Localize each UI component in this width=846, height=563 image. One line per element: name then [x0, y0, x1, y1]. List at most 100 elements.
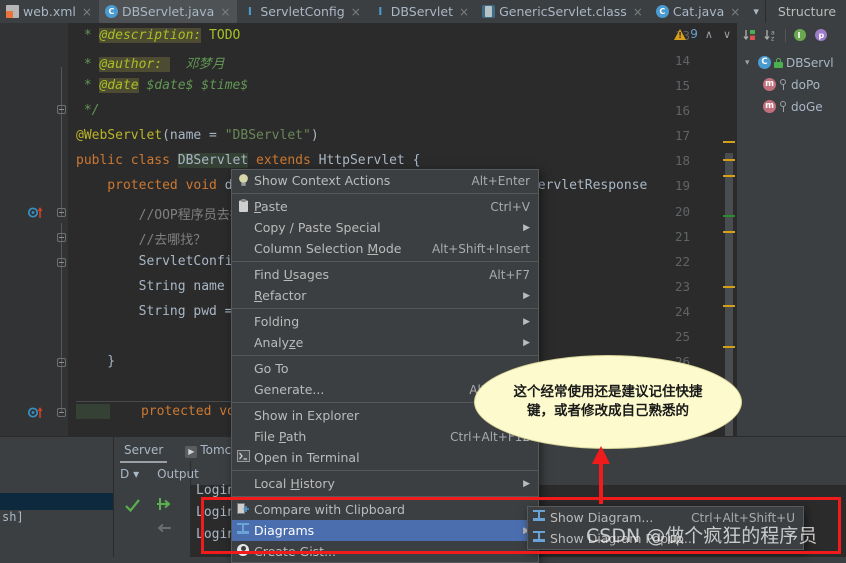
- close-icon[interactable]: ×: [220, 5, 230, 19]
- warning-marker[interactable]: [723, 159, 735, 161]
- java-interface-icon: I: [378, 5, 383, 18]
- menu-separator: [232, 355, 538, 356]
- next-problem-icon[interactable]: ∨: [720, 28, 734, 41]
- deployment-selected-row[interactable]: [0, 493, 113, 510]
- warning-marker[interactable]: [723, 346, 735, 348]
- java-class-icon: C: [655, 5, 669, 18]
- warning-marker[interactable]: [723, 231, 735, 233]
- svg-text:I: I: [798, 31, 801, 40]
- previous-problem-icon[interactable]: ∧: [702, 28, 716, 41]
- panel-divider: [113, 437, 114, 557]
- menu-item-shortcut: Alt+Shift+Insert: [431, 241, 530, 256]
- tab-web-xml[interactable]: web.xml ×: [0, 0, 99, 23]
- menu-item-copy-paste-special[interactable]: Copy / Paste Special ▶: [232, 217, 538, 238]
- tab-tomcat[interactable]: ▶ Tomc: [181, 440, 235, 461]
- warning-marker[interactable]: [723, 141, 735, 143]
- close-icon[interactable]: ×: [633, 5, 643, 19]
- svg-text:z: z: [771, 36, 774, 43]
- change-marker[interactable]: [723, 215, 735, 217]
- run-method-gutter-icon[interactable]: [27, 206, 44, 220]
- menu-item-create-gist[interactable]: Create Gist...: [232, 541, 538, 562]
- menu-item-refactor[interactable]: Refactor ▶: [232, 285, 538, 306]
- menu-item-compare-with-clipboard[interactable]: Compare with Clipboard: [232, 499, 538, 520]
- menu-item-go-to[interactable]: Go To: [232, 358, 538, 379]
- inspection-status[interactable]: 9 ∧ ∨: [674, 27, 734, 41]
- line-number: 24: [674, 304, 690, 319]
- structure-item-dopost[interactable]: m doPo: [763, 75, 820, 94]
- toolbar-divider: [785, 28, 786, 42]
- menu-item-folding[interactable]: Folding ▶: [232, 311, 538, 332]
- sort-alphabetically-icon[interactable]: az: [764, 28, 778, 43]
- tab-cat-java[interactable]: C Cat.java ×: [650, 0, 748, 23]
- warning-marker[interactable]: [723, 175, 735, 177]
- menu-item-label: Diagrams: [254, 523, 315, 538]
- warning-marker[interactable]: [723, 305, 735, 307]
- warning-triangle-icon: [674, 28, 687, 40]
- tab-server[interactable]: Server: [120, 440, 168, 463]
- editor-gutter[interactable]: [0, 23, 68, 436]
- menu-item-label: Paste: [254, 199, 288, 214]
- show-inherited-icon[interactable]: I: [793, 28, 807, 42]
- structure-panel[interactable]: az I p ▾ C DBServl m doPo m doGe: [736, 23, 846, 436]
- menu-item-label: Folding: [254, 314, 300, 329]
- menu-item-find-usages[interactable]: Find Usages Alt+F7: [232, 264, 538, 285]
- tab-label: DBServlet.java: [121, 4, 215, 19]
- tab-label: Cat.java: [672, 4, 725, 19]
- menu-separator: [232, 308, 538, 309]
- tab-genericservlet-class[interactable]: GenericServlet.class ×: [476, 0, 650, 23]
- diagram-icon: [528, 509, 550, 526]
- close-icon[interactable]: ×: [730, 5, 740, 19]
- tab-dbservlet[interactable]: I DBServlet ×: [368, 0, 476, 23]
- no-icon: [232, 220, 254, 236]
- close-icon[interactable]: ×: [82, 5, 92, 19]
- clipboard-icon: [232, 198, 254, 215]
- menu-item-show-context-actions[interactable]: Show Context Actions Alt+Enter: [232, 170, 538, 191]
- sort-by-visibility-icon[interactable]: [743, 28, 757, 42]
- github-icon: [232, 543, 254, 560]
- close-icon[interactable]: ×: [459, 5, 469, 19]
- undeploy-icon[interactable]: [155, 519, 172, 536]
- tab-overflow-chevron-icon[interactable]: ▾: [747, 0, 765, 23]
- tab-dbservlet-java[interactable]: C DBServlet.java ×: [98, 0, 238, 23]
- tab-output[interactable]: Output: [157, 467, 199, 481]
- menu-item-shortcut: Ctrl+V: [490, 199, 530, 214]
- menu-item-paste[interactable]: Paste Ctrl+V: [232, 196, 538, 217]
- line-number: 25: [674, 329, 690, 344]
- editor-marker-bar[interactable]: [722, 23, 736, 453]
- deploy-success-check-icon: [124, 497, 141, 514]
- line-number: 21: [674, 229, 690, 244]
- run-method-gutter-icon[interactable]: [27, 406, 44, 420]
- menu-item-label: Create Gist...: [254, 544, 337, 559]
- fold-toggle-icon[interactable]: [57, 408, 66, 417]
- chevron-down-icon[interactable]: ▾: [133, 467, 139, 481]
- fold-toggle-icon[interactable]: [57, 208, 66, 217]
- menu-item-local-history[interactable]: Local History ▶: [232, 473, 538, 494]
- menu-item-column-selection-mode[interactable]: Column Selection Mode Alt+Shift+Insert: [232, 238, 538, 259]
- chevron-down-icon[interactable]: ▾: [745, 58, 755, 68]
- menu-item-file-path[interactable]: File Path Ctrl+Alt+F12: [232, 426, 538, 447]
- close-icon[interactable]: ×: [351, 5, 361, 19]
- editor-context-menu[interactable]: Show Context Actions Alt+Enter Paste Ctr…: [231, 169, 539, 563]
- fold-toggle-icon[interactable]: [57, 358, 66, 367]
- class-icon: C: [758, 56, 771, 69]
- bottom-panel-tabs: Server ▶ Tomc: [120, 439, 235, 463]
- show-properties-icon[interactable]: p: [814, 28, 828, 42]
- menu-item-diagrams[interactable]: Diagrams ▶: [232, 520, 538, 541]
- redeploy-icon[interactable]: [155, 495, 172, 512]
- lightbulb-icon: [232, 173, 254, 189]
- fold-toggle-icon[interactable]: [57, 105, 66, 114]
- warning-marker[interactable]: [723, 286, 735, 288]
- tab-servletconfig[interactable]: I ServletConfig ×: [237, 0, 367, 23]
- structure-item-doget[interactable]: m doGe: [763, 97, 823, 116]
- menu-item-open-in-terminal[interactable]: Open in Terminal: [232, 447, 538, 468]
- structure-item-class[interactable]: ▾ C DBServl: [745, 53, 834, 72]
- code-line-13: * @description: TODO: [76, 28, 241, 43]
- menu-item-label: Analyze: [254, 335, 304, 350]
- code-line-16: */: [76, 103, 100, 118]
- structure-panel-title: Structure: [764, 0, 846, 23]
- fold-toggle-icon[interactable]: [57, 258, 66, 267]
- line-number: 23: [674, 279, 690, 294]
- fold-toggle-icon[interactable]: [57, 233, 66, 242]
- menu-item-analyze[interactable]: Analyze ▶: [232, 332, 538, 353]
- deployment-dropdown[interactable]: D ▾: [120, 467, 139, 481]
